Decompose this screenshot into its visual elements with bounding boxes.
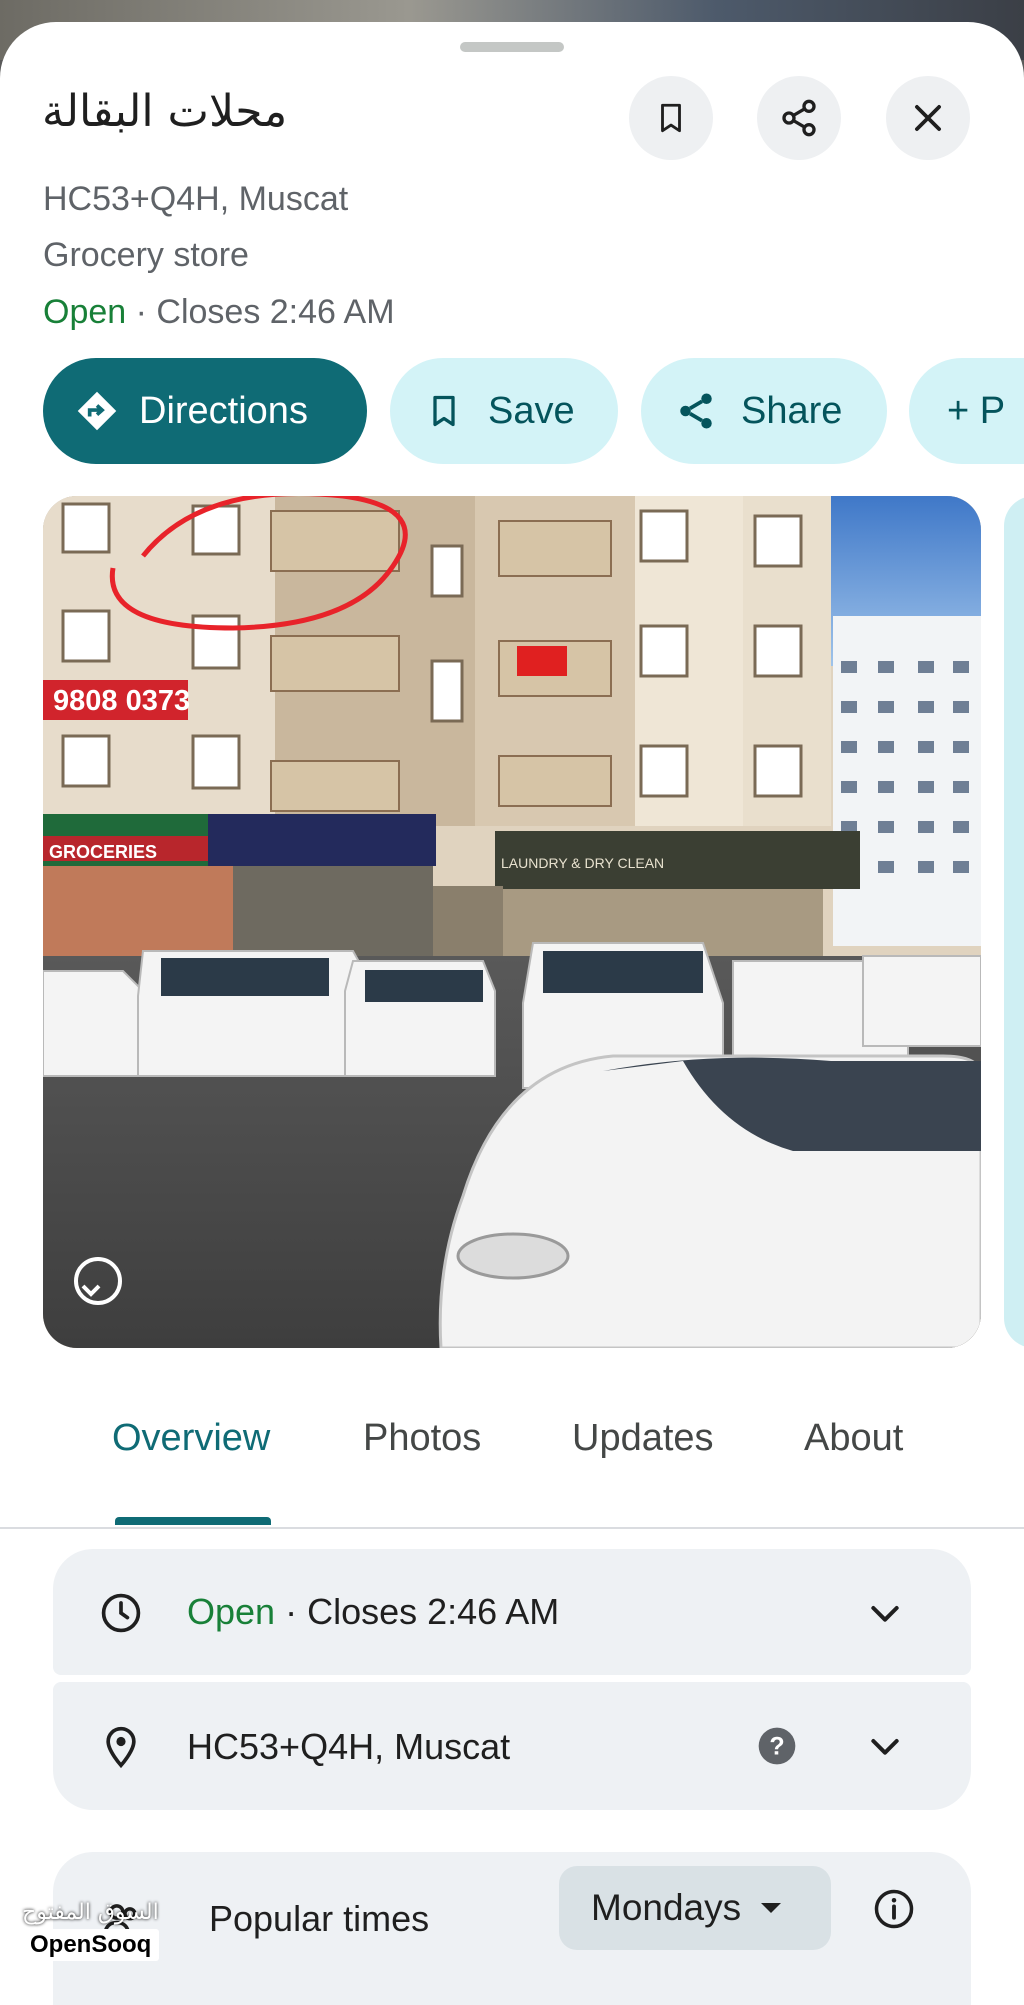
directions-icon [77, 391, 117, 431]
directions-button[interactable]: Directions [43, 358, 367, 464]
next-photo-peek[interactable] [1004, 496, 1024, 1348]
close-button[interactable] [886, 76, 970, 160]
active-tab-indicator [115, 1517, 271, 1525]
info-icon[interactable] [873, 1888, 915, 1930]
tab-photos[interactable]: Photos [363, 1417, 481, 1460]
day-selector-label: Mondays [591, 1887, 742, 1928]
svg-text:?: ? [769, 1732, 784, 1760]
save-label: Save [488, 389, 575, 432]
place-bottom-sheet: محلات البقالة HC53+Q4H, Muscat Grocery s… [0, 22, 1024, 2005]
place-address: HC53+Q4H, Muscat [43, 180, 349, 218]
watermark-brand: OpenSooq [22, 1929, 160, 1961]
action-chips: Directions Save Share + P [43, 358, 1024, 464]
drag-handle[interactable] [460, 42, 564, 52]
place-title: محلات البقالة [42, 86, 288, 137]
tab-overview[interactable]: Overview [112, 1417, 270, 1460]
share-button-round[interactable] [757, 76, 841, 160]
hours-closing: · Closes 2:46 AM [275, 1591, 560, 1632]
tab-about[interactable]: About [804, 1417, 903, 1460]
place-photo[interactable]: 9808 0373 GROCERIES LAUNDRY & DRY CLEAN [43, 496, 981, 1348]
clock-icon [101, 1593, 141, 1633]
dropdown-arrow-icon [761, 1903, 782, 1913]
closes-time: · Closes 2:46 AM [126, 293, 395, 331]
share-icon [680, 393, 712, 429]
share-label: Share [741, 389, 843, 432]
popular-times-card: Popular times Mondays [53, 1852, 971, 2005]
chevron-down-icon[interactable] [865, 1593, 905, 1633]
more-actions-label: + P [947, 389, 1006, 432]
opensooq-watermark: السوق المفتوح OpenSooq [22, 1900, 160, 1961]
bookmark-icon [433, 395, 455, 427]
save-button[interactable]: Save [390, 358, 618, 464]
address-text: HC53+Q4H, Muscat [187, 1726, 511, 1767]
photo-groceries-sign: GROCERIES [49, 842, 157, 862]
bookmark-icon [661, 103, 681, 133]
bookmark-button[interactable] [629, 76, 713, 160]
hours-text: Open · Closes 2:46 AM [187, 1591, 559, 1633]
place-tabs: Overview Photos Updates About [0, 1417, 1024, 1529]
close-icon [915, 105, 941, 131]
help-icon[interactable]: ? [757, 1726, 797, 1766]
photo-phone-sign: 9808 0373 [53, 685, 190, 717]
share-icon [782, 99, 816, 137]
share-button[interactable]: Share [641, 358, 887, 464]
open-status: Open [43, 293, 127, 331]
chevron-down-icon[interactable] [865, 1726, 905, 1766]
location-pin-icon [106, 1726, 136, 1769]
more-actions-button[interactable]: + P [909, 358, 1024, 464]
directions-label: Directions [139, 389, 308, 432]
day-selector-dropdown[interactable]: Mondays [559, 1866, 831, 1950]
street-view-image: 9808 0373 GROCERIES LAUNDRY & DRY CLEAN [43, 496, 981, 1348]
place-hours: Open · Closes 2:46 AM [43, 293, 395, 332]
address-row[interactable]: HC53+Q4H, Muscat ? [53, 1682, 971, 1810]
hours-open-status: Open [187, 1591, 276, 1632]
watermark-arabic: السوق المفتوح [22, 1900, 159, 1925]
photo-laundry-sign: LAUNDRY & DRY CLEAN [501, 855, 664, 871]
hours-row[interactable]: Open · Closes 2:46 AM [53, 1549, 971, 1675]
tab-updates[interactable]: Updates [572, 1417, 714, 1460]
place-category: Grocery store [43, 236, 249, 274]
popular-times-label: Popular times [209, 1898, 430, 1939]
